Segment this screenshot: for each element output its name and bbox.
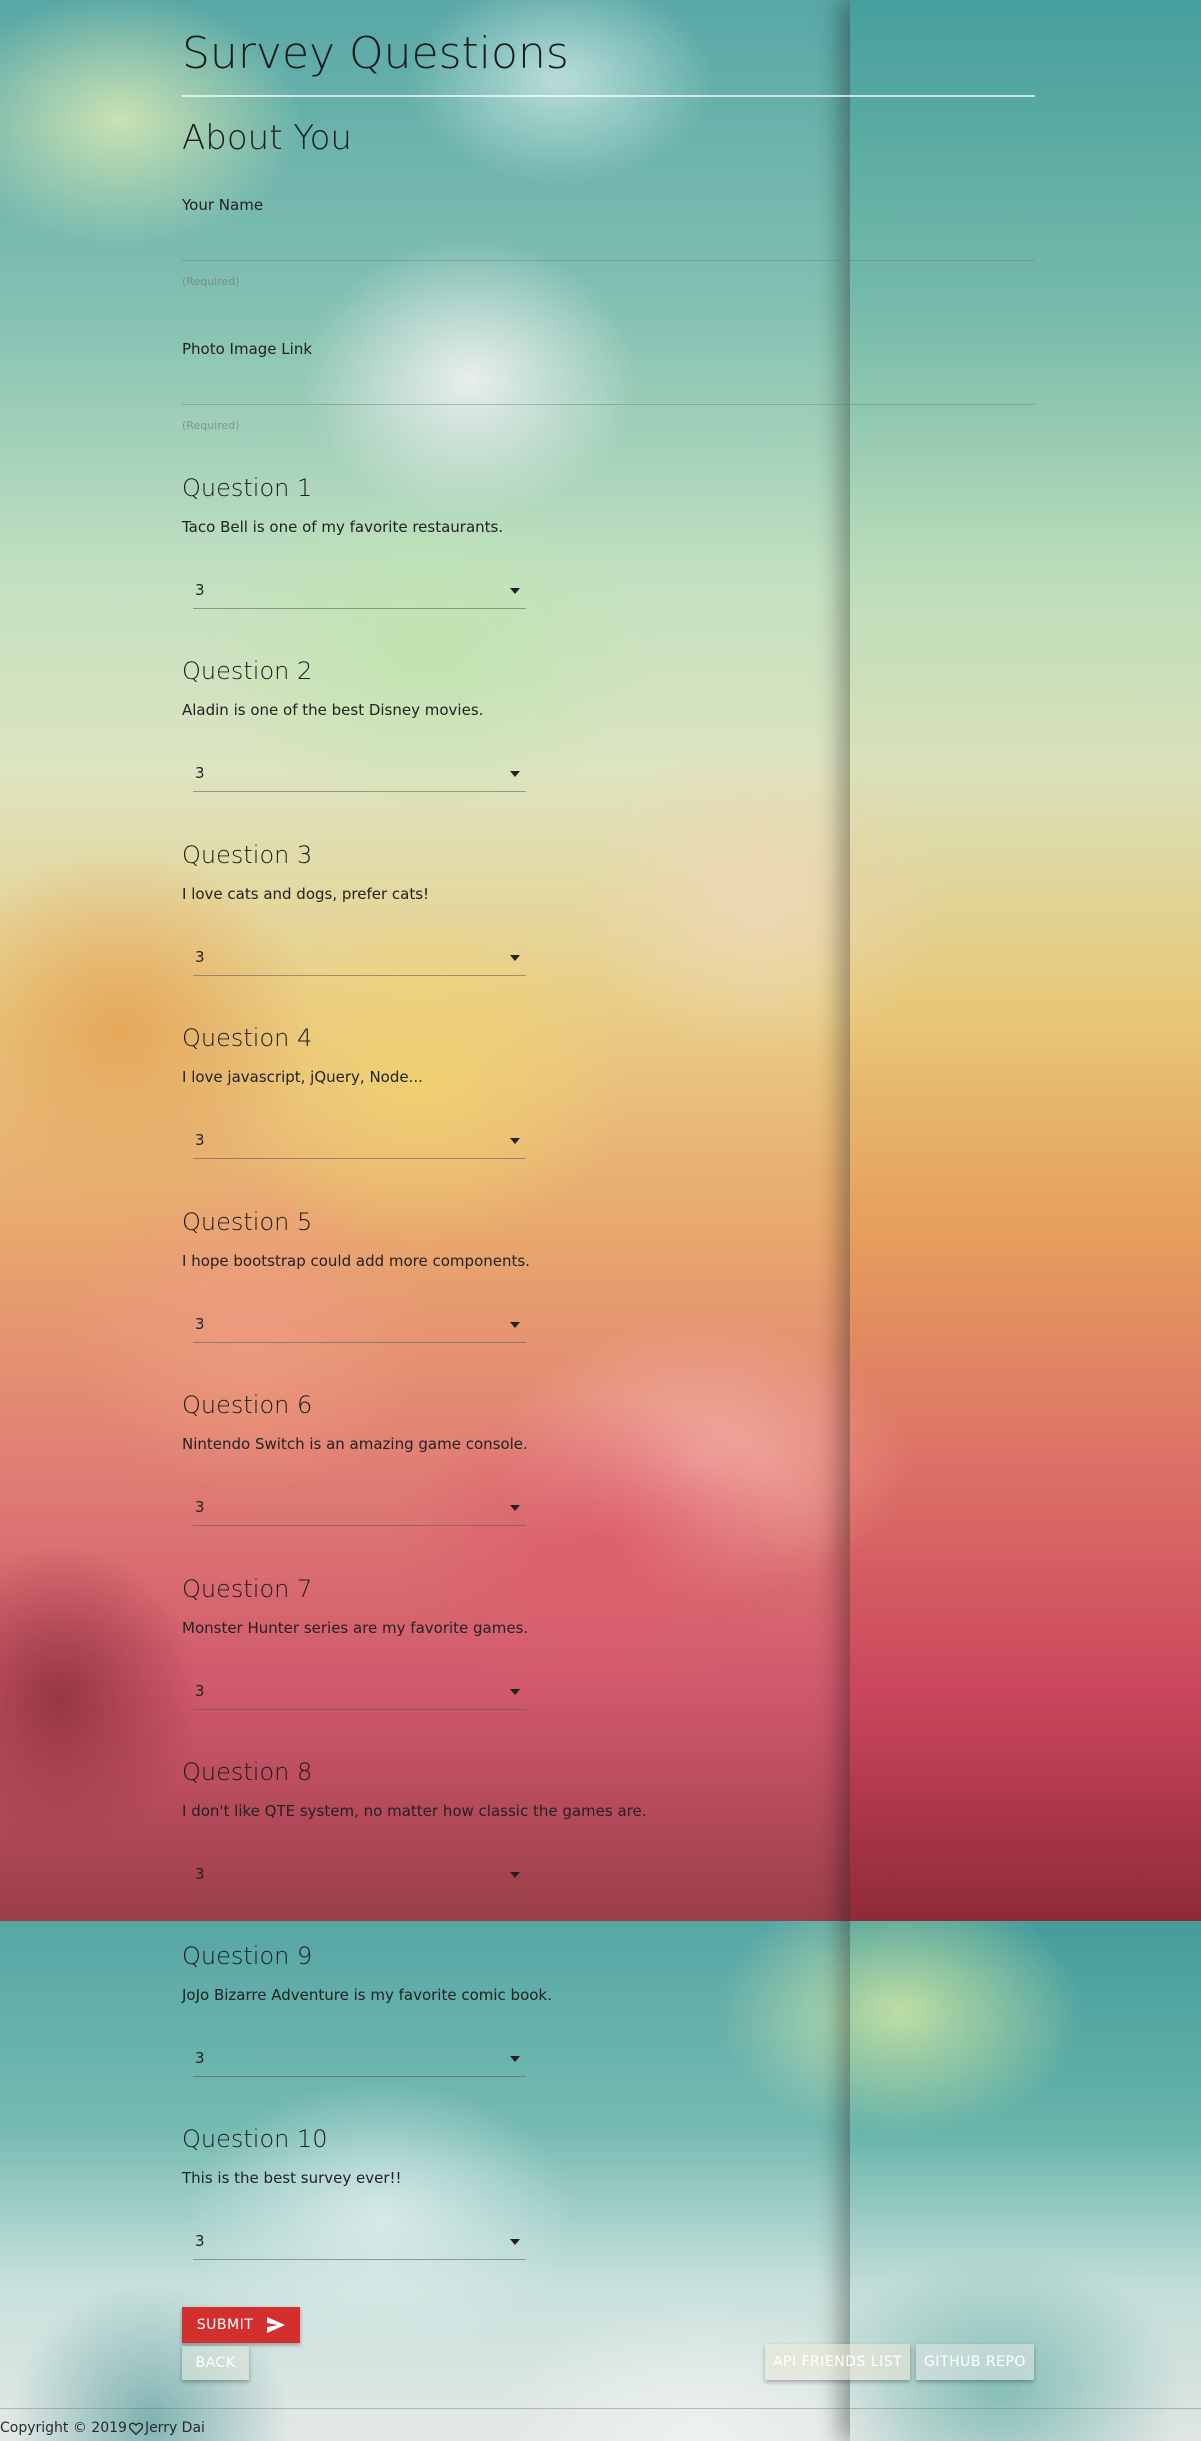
question-9-select[interactable]: 3 [193,2042,526,2077]
submit-button[interactable]: SUBMIT [182,2307,300,2343]
copyright-text: Copyright © 2019 [0,2420,127,2436]
photo-input[interactable] [182,374,1035,405]
question-title: Question 10 [182,2125,328,2153]
question-6-select[interactable]: 3 [193,1491,526,1526]
chevron-down-icon [510,771,520,777]
chevron-down-icon [510,1689,520,1695]
question-text: Aladin is one of the best Disney movies. [182,701,484,719]
question-title: Question 9 [182,1942,313,1970]
footer-divider [0,2408,1201,2409]
chevron-down-icon [510,1505,520,1511]
name-input[interactable] [182,230,1035,261]
select-value: 3 [195,1315,205,1333]
question-5-select[interactable]: 3 [193,1308,526,1343]
survey-page: Survey Questions About You Your Name (Re… [0,0,1201,2441]
question-text: Monster Hunter series are my favorite ga… [182,1619,529,1637]
select-value: 3 [195,1682,205,1700]
select-value: 3 [195,764,205,782]
select-value: 3 [195,2049,205,2067]
select-value: 3 [195,1498,205,1516]
photo-hint: (Required) [182,419,240,432]
submit-label: SUBMIT [196,2317,254,2333]
question-4-select[interactable]: 3 [193,1124,526,1159]
select-value: 3 [195,2232,205,2250]
chevron-down-icon [510,2239,520,2245]
photo-label: Photo Image Link [182,340,313,358]
question-7-select[interactable]: 3 [193,1675,526,1710]
question-text: I love cats and dogs, prefer cats! [182,885,430,903]
question-text: Nintendo Switch is an amazing game conso… [182,1435,528,1453]
question-title: Question 1 [182,474,313,502]
section-title-about: About You [182,118,352,158]
heart-icon [128,2422,143,2435]
question-text: Taco Bell is one of my favorite restaura… [182,518,504,536]
question-title: Question 8 [182,1758,313,1786]
question-text: I don't like QTE system, no matter how c… [182,1802,647,1820]
back-label: BACK [195,2355,236,2371]
question-10-select[interactable]: 3 [193,2225,526,2260]
back-button[interactable]: BACK [182,2346,249,2380]
select-value: 3 [195,1865,205,1883]
footer: Copyright © 2019 Jerry Dai [0,2420,205,2436]
question-3-select[interactable]: 3 [193,941,526,976]
title-divider [182,95,1035,97]
chevron-down-icon [510,1872,520,1878]
question-title: Question 3 [182,841,313,869]
question-text: JoJo Bizarre Adventure is my favorite co… [182,1986,552,2004]
chevron-down-icon [510,1138,520,1144]
select-value: 3 [195,948,205,966]
question-title: Question 2 [182,657,313,685]
question-title: Question 5 [182,1208,313,1236]
question-title: Question 7 [182,1575,313,1603]
question-2-select[interactable]: 3 [193,757,526,792]
question-1-select[interactable]: 3 [193,574,526,609]
author-name: Jerry Dai [144,2420,205,2436]
question-8-select[interactable]: 3 [193,1858,526,1893]
question-text: I love javascript, jQuery, Node... [182,1068,423,1086]
name-hint: (Required) [182,275,240,288]
select-value: 3 [195,581,205,599]
question-title: Question 6 [182,1391,313,1419]
chevron-down-icon [510,955,520,961]
name-label: Your Name [182,196,264,214]
page-title: Survey Questions [182,28,569,79]
question-text: This is the best survey ever!! [182,2169,402,2187]
api-friends-label: API FRIENDS LIST [772,2354,903,2370]
select-value: 3 [195,1131,205,1149]
question-text: I hope bootstrap could add more componen… [182,1252,530,1270]
chevron-down-icon [510,2056,520,2062]
chevron-down-icon [510,588,520,594]
api-friends-list-button[interactable]: API FRIENDS LIST [765,2344,910,2380]
github-repo-label: GITHUB REPO [924,2354,1026,2370]
github-repo-button[interactable]: GITHUB REPO [916,2344,1034,2380]
question-title: Question 4 [182,1024,313,1052]
chevron-down-icon [510,1322,520,1328]
send-icon [267,2317,286,2333]
